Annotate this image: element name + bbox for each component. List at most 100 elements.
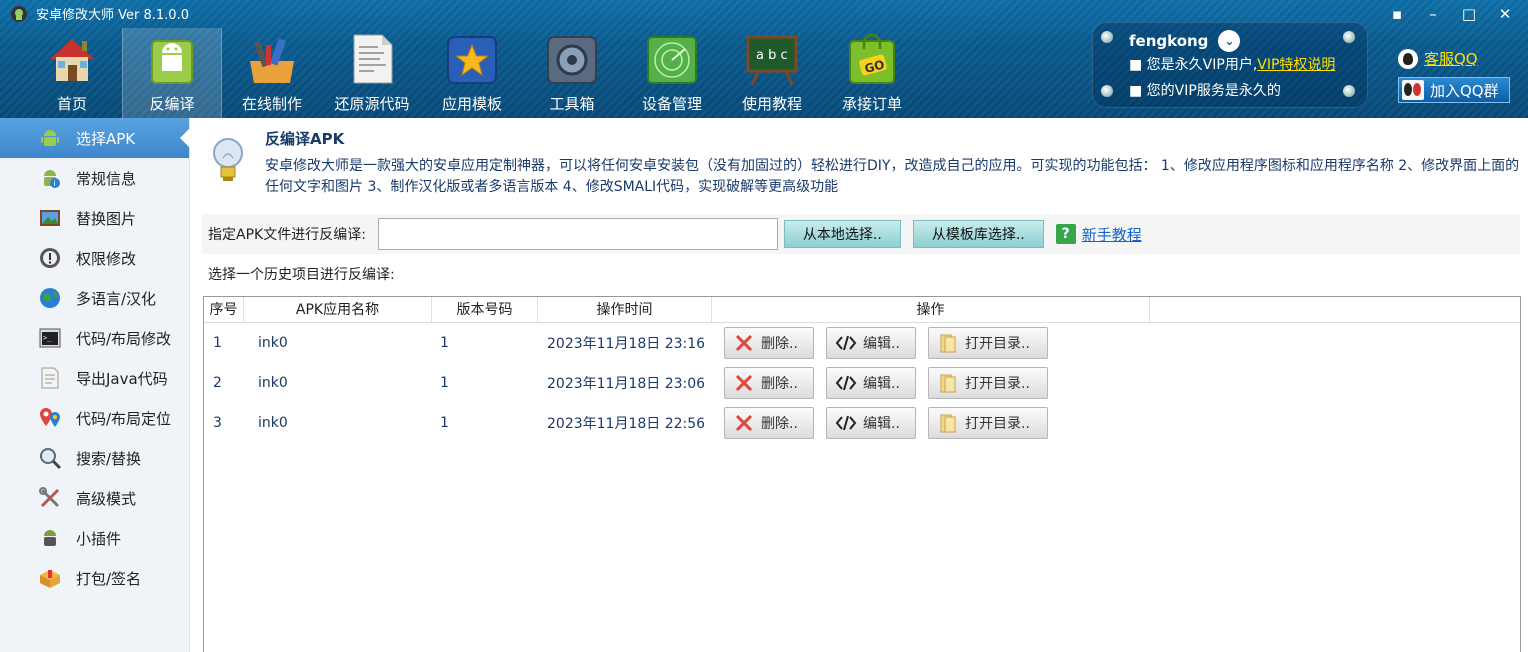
column-header[interactable]: 版本号码 <box>432 297 538 322</box>
toolbar-device-manage[interactable]: 设备管理 <box>622 28 722 118</box>
vip-status-text: ■ 您是永久VIP用户, <box>1129 57 1258 73</box>
close-icon[interactable]: ✕ <box>1492 4 1518 24</box>
toolbar-label: 承接订单 <box>841 95 902 113</box>
location-pin-icon <box>38 406 62 430</box>
edit-label: 编辑.. <box>863 376 900 392</box>
delete-button[interactable]: 删除.. <box>724 327 814 359</box>
qq-penguin-icon <box>1398 48 1418 69</box>
open-folder-label: 打开目录.. <box>965 376 1030 392</box>
main-toolbar: 首页 反编译 在线制作 还原源代码 应用模板 工具箱 设备管理 a b c 使用… <box>22 28 922 118</box>
sidebar: 选择APK i 常规信息 替换图片 权限修改 多语言/汉化 >_ 代码/布局修改… <box>0 118 190 652</box>
sidebar-item-replace-images[interactable]: 替换图片 <box>0 198 189 238</box>
sidebar-item-label: 选择APK <box>76 129 136 148</box>
skin-icon[interactable]: ▪ <box>1384 4 1410 24</box>
sidebar-item-search-replace[interactable]: 搜索/替换 <box>0 438 189 478</box>
toolbar-label: 首页 <box>56 95 87 113</box>
toolbar-tutorial[interactable]: a b c 使用教程 <box>722 28 822 118</box>
decor-dot-icon <box>1101 85 1113 97</box>
help-question-icon: ? <box>1055 224 1076 244</box>
sidebar-item-advanced-mode[interactable]: 高级模式 <box>0 478 189 518</box>
select-from-template-button[interactable]: 从模板库选择.. <box>912 220 1044 248</box>
search-icon <box>38 446 62 470</box>
column-header[interactable]: 序号 <box>204 297 244 322</box>
edit-button[interactable]: 编辑.. <box>826 327 916 359</box>
app-title-text: 安卓修改大师 Ver 8.1.0.0 <box>36 8 189 23</box>
toolbar-home[interactable]: 首页 <box>22 28 122 118</box>
row-index: 2 <box>213 375 222 391</box>
delete-label: 删除.. <box>761 376 798 392</box>
app-logo-icon <box>11 5 27 22</box>
sidebar-item-label: 常规信息 <box>76 169 137 188</box>
sidebar-item-export-java[interactable]: 导出Java代码 <box>0 358 189 398</box>
beginner-tutorial-link[interactable]: 新手教程 <box>1082 224 1142 245</box>
toolbar-online-make[interactable]: 在线制作 <box>222 28 322 118</box>
table-row[interactable]: 1 ink0 1 2023年11月18日 23:16 删除.. 编辑.. 打开目… <box>204 323 1520 363</box>
customer-service-qq-link[interactable]: 客服QQ <box>1398 48 1510 69</box>
sidebar-item-label: 权限修改 <box>76 249 137 268</box>
delete-x-icon <box>735 374 753 392</box>
customer-service-qq-label: 客服QQ <box>1424 50 1478 68</box>
open-folder-button[interactable]: 打开目录.. <box>928 327 1048 359</box>
app-title: 安卓修改大师 Ver 8.1.0.0 <box>10 4 189 23</box>
home-icon <box>50 39 94 81</box>
sidebar-item-pack-sign[interactable]: 打包/签名 <box>0 558 189 598</box>
toolbar-orders[interactable]: GO 承接订单 <box>822 28 922 118</box>
history-table: 序号 APK应用名称 版本号码 操作时间 操作 1 ink0 1 2023年11… <box>203 296 1521 652</box>
delete-button[interactable]: 删除.. <box>724 407 814 439</box>
sidebar-item-code-layout-locate[interactable]: 代码/布局定位 <box>0 398 189 438</box>
apk-path-input[interactable] <box>377 218 778 250</box>
sidebar-item-code-layout-edit[interactable]: >_ 代码/布局修改 <box>0 318 189 358</box>
delete-label: 删除.. <box>761 416 798 432</box>
title-bar: 安卓修改大师 Ver 8.1.0.0 ▪ – □ ✕ 首页 反编译 在线制作 还… <box>0 0 1528 118</box>
join-qq-group-button[interactable]: 加入QQ群 <box>1398 77 1510 103</box>
info-header: 反编译APK 安卓修改大师是一款强大的安卓应用定制神器，可以将任何安卓安装包（没… <box>190 118 1528 202</box>
lightbulb-icon <box>213 138 243 181</box>
main-panel: 反编译APK 安卓修改大师是一款强大的安卓应用定制神器，可以将任何安卓安装包（没… <box>190 118 1528 652</box>
code-brackets-icon <box>835 375 857 391</box>
open-folder-button[interactable]: 打开目录.. <box>928 407 1048 439</box>
globe-icon <box>38 286 62 310</box>
star-icon <box>447 36 497 84</box>
edit-button[interactable]: 编辑.. <box>826 367 916 399</box>
folder-icon <box>940 374 956 393</box>
vip-privilege-link[interactable]: VIP特权说明 <box>1257 57 1335 73</box>
delete-button[interactable]: 删除.. <box>724 367 814 399</box>
apk-select-row: 指定APK文件进行反编译: 从本地选择.. 从模板库选择.. ? 新手教程 <box>202 214 1520 254</box>
sidebar-item-label: 小插件 <box>76 529 122 548</box>
select-from-local-button[interactable]: 从本地选择.. <box>783 220 901 248</box>
sidebar-item-permissions[interactable]: 权限修改 <box>0 238 189 278</box>
table-row[interactable]: 3 ink0 1 2023年11月18日 22:56 删除.. 编辑.. 打开目… <box>204 403 1520 443</box>
sidebar-item-plugins[interactable]: 小插件 <box>0 518 189 558</box>
sidebar-item-label: 打包/签名 <box>76 569 142 588</box>
column-header[interactable]: 操作 <box>712 297 1150 322</box>
maximize-icon[interactable]: □ <box>1456 4 1482 24</box>
open-folder-button[interactable]: 打开目录.. <box>928 367 1048 399</box>
column-header[interactable]: 操作时间 <box>538 297 712 322</box>
tools-box-icon <box>250 38 294 83</box>
sidebar-item-multi-language[interactable]: 多语言/汉化 <box>0 278 189 318</box>
toolbar-app-template[interactable]: 应用模板 <box>422 28 522 118</box>
picture-icon <box>38 206 62 230</box>
toolbar-restore-source[interactable]: 还原源代码 <box>322 28 422 118</box>
sidebar-item-general-info[interactable]: i 常规信息 <box>0 158 189 198</box>
delete-x-icon <box>735 334 753 352</box>
column-header[interactable]: APK应用名称 <box>244 297 432 322</box>
toolbar-toolbox[interactable]: 工具箱 <box>522 28 622 118</box>
sidebar-item-label: 导出Java代码 <box>76 369 168 388</box>
row-actions: 删除.. 编辑.. 打开目录.. <box>712 407 1048 439</box>
toolbar-decompile[interactable]: 反编译 <box>122 28 222 118</box>
table-row[interactable]: 2 ink0 1 2023年11月18日 23:06 删除.. 编辑.. 打开目… <box>204 363 1520 403</box>
qq-links: 客服QQ 加入QQ群 <box>1398 48 1510 103</box>
android-icon <box>38 126 62 150</box>
info-title: 反编译APK <box>265 130 345 148</box>
sidebar-item-select-apk[interactable]: 选择APK <box>0 118 190 158</box>
svg-text:i: i <box>54 179 56 188</box>
android-info-icon: i <box>38 166 62 190</box>
edit-button[interactable]: 编辑.. <box>826 407 916 439</box>
minimize-icon[interactable]: – <box>1420 4 1446 24</box>
row-time: 2023年11月18日 22:56 <box>547 416 706 432</box>
plugin-icon <box>38 526 62 550</box>
chevron-down-icon[interactable]: ⌄ <box>1218 30 1241 52</box>
edit-label: 编辑.. <box>863 416 900 432</box>
edit-label: 编辑.. <box>863 336 900 352</box>
